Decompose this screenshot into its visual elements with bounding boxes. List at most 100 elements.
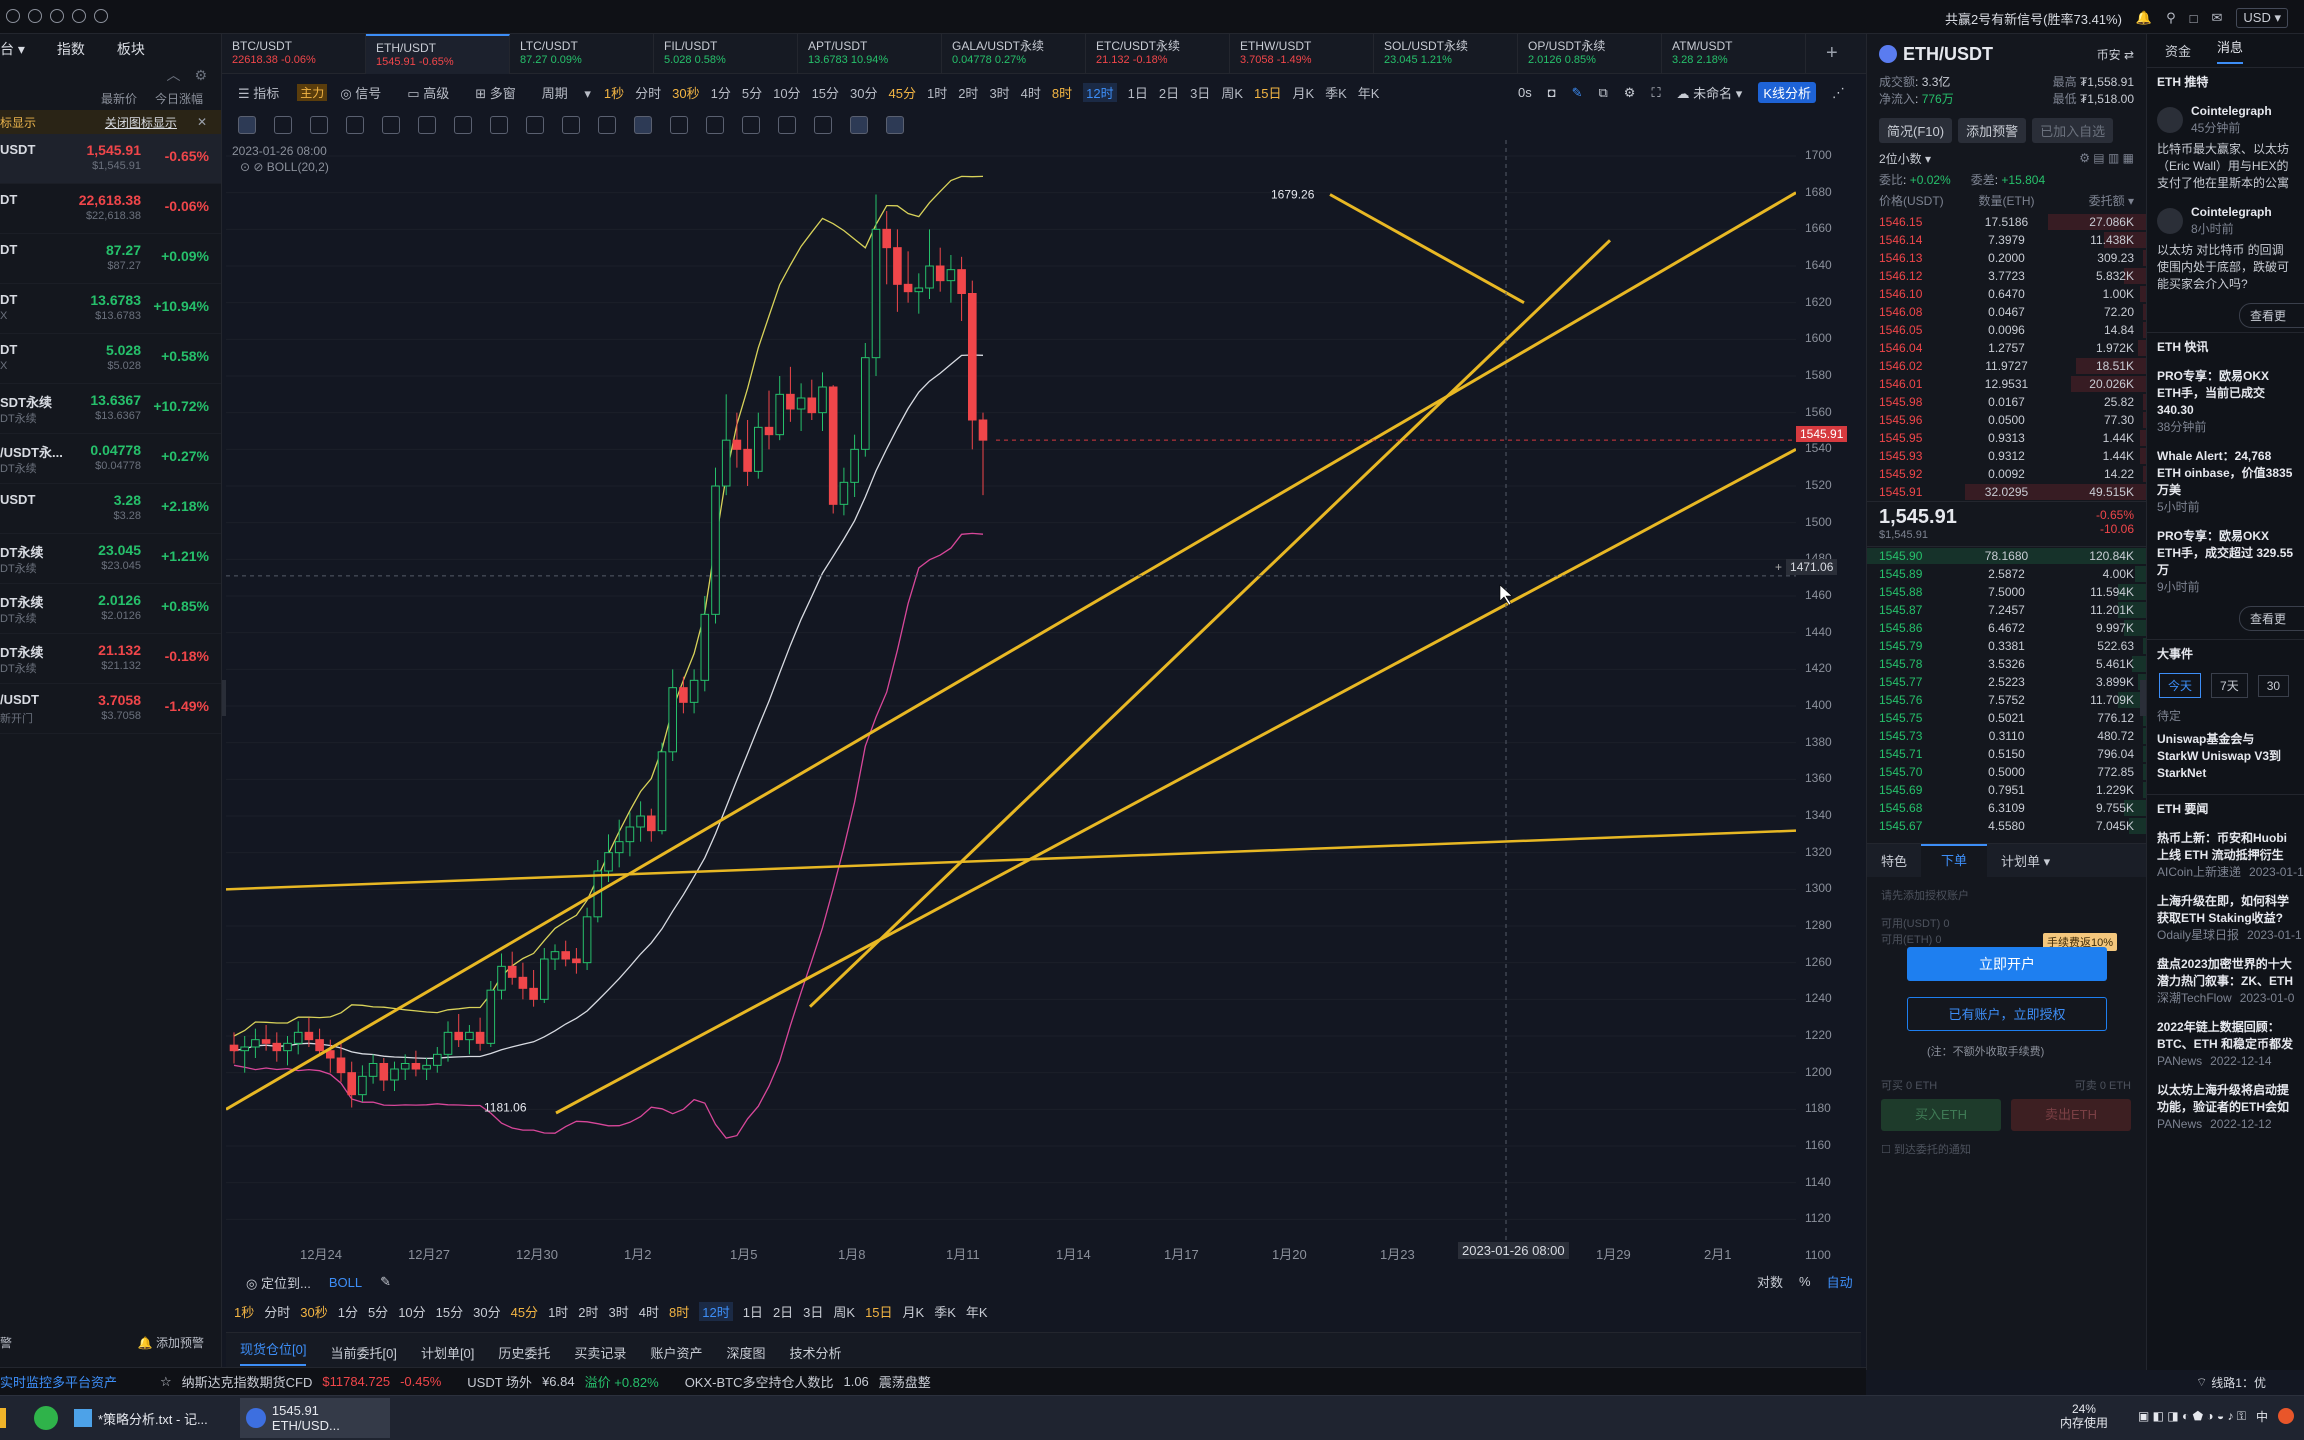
edit-icon[interactable] [778,116,796,134]
shirt-icon[interactable]: □ [2190,11,2198,26]
ticker-item[interactable]: 纳斯达克指数期货CFD $11784.725 -0.45% [182,1372,442,1391]
orderbook-row[interactable]: 1545.88 7.5000 11.594K [1867,583,2146,601]
event-tab-today[interactable]: 今天 [2159,673,2202,698]
orderbook-row[interactable]: 1546.02 11.9727 18.51K [1867,357,2146,375]
orderbook-row[interactable]: 1545.92 0.0092 14.22 [1867,465,2146,483]
period-option[interactable]: 45分 [889,83,916,102]
added-watchlist-button[interactable]: 已加入自选 [2032,118,2114,143]
monitor-assets-link[interactable]: 实时监控多平台资产 [0,1372,150,1391]
pair-tab[interactable]: LTC/USDT 87.27 0.09% [510,34,654,74]
period-option[interactable]: 1秒 [234,1302,254,1321]
period-option[interactable]: 15分 [812,83,839,102]
tray-icons[interactable]: ▣ ◧ ◨ ◐ ⬟ ◑ ◒ ♪ ⚿ [2138,1409,2246,1424]
period-option[interactable]: 周K [833,1302,855,1321]
auto-scale-toggle[interactable]: 自动 [1827,1272,1853,1291]
add-alert-button[interactable]: 添加预警 [1958,118,2027,143]
orderbook-row[interactable]: 1546.10 0.6470 1.00K [1867,285,2146,303]
trash-icon[interactable] [814,116,832,134]
watchlist-row[interactable]: DT永续 DT永续 2.0126 $2.0126 +0.85% [0,584,221,634]
input-language[interactable]: 中 [2256,1408,2268,1425]
orderbook-row[interactable]: 1546.14 7.3979 11.438K [1867,231,2146,249]
link-icon[interactable] [562,116,580,134]
text-tool-icon[interactable] [490,116,508,134]
signal-menu[interactable]: ◎ 信号 [340,83,394,102]
period-option[interactable]: 5分 [742,83,762,102]
period-option[interactable]: 8时 [669,1302,689,1321]
group-tool-icon[interactable] [670,116,688,134]
orderbook-row[interactable]: 1545.93 0.9312 1.44K [1867,447,2146,465]
orderbook-row[interactable]: 1545.75 0.5021 776.12 [1867,709,2146,727]
add-tab-icon[interactable]: + [1826,42,1838,65]
nav-index[interactable]: 指数 [57,39,85,59]
cursor-tool-icon[interactable] [238,116,256,134]
event-tab-30d[interactable]: 30 [2257,674,2290,697]
see-more-button[interactable]: 查看更 [2239,303,2304,328]
search-icon[interactable]: ⚲ [2166,10,2176,26]
watchlist-row[interactable]: USDT 3.28 $3.28 +2.18% [0,484,221,534]
profile-button[interactable]: 简况(F10) [1879,118,1953,143]
orderbook-row[interactable]: 1545.87 7.2457 11.201K [1867,601,2146,619]
tweet-item[interactable]: Cointelegraph 45分钟前 比特币最大赢家、以太坊（Eric Wall）… [2147,97,2304,198]
period-option[interactable]: 1秒 [604,83,624,102]
sort-today-change[interactable]: 今日涨幅 [155,90,203,107]
copy-icon[interactable] [742,116,760,134]
position-tab[interactable]: 当前委托[0] [330,1343,396,1362]
tab-feature[interactable]: 特色 [1867,851,1921,870]
period-option[interactable]: 15日 [865,1302,892,1321]
period-option[interactable]: 1分 [711,83,731,102]
tab-news[interactable]: 消息 [2217,37,2244,64]
lock-icon[interactable] [706,116,724,134]
exchange-select[interactable]: 币安 ⇄ [2097,46,2134,63]
watchlist-row[interactable]: /USDT永... DT永续 0.04778 $0.04778 +0.27% [0,434,221,484]
pair-tab[interactable]: GALA/USDT永续 0.04778 0.27% [942,34,1086,74]
period-option[interactable]: 年K [966,1302,988,1321]
headline-item[interactable]: 以太坊上海升级将启动提功能，验证者的ETH会如 PANews 2022-12-12 [2147,1076,2304,1139]
watchlist-row[interactable]: DT X 13.6783 $13.6783 +10.94% [0,284,221,334]
network-line[interactable]: ⌔ 线路1：优 [2196,1374,2266,1391]
period-option[interactable]: 15分 [436,1302,463,1321]
notify-checkbox[interactable]: ☐ 到达委托的通知 [1881,1141,1971,1157]
period-option[interactable]: 2时 [958,83,978,102]
period-option[interactable]: 12时 [1083,82,1117,102]
magnet-icon[interactable] [526,116,544,134]
period-option[interactable]: 2时 [578,1302,598,1321]
orderbook-row[interactable]: 1546.13 0.2000 309.23 [1867,249,2146,267]
watchlist-row[interactable]: DT 22,618.38 $22,618.38 -0.06% [0,184,221,234]
position-tab[interactable]: 深度图 [726,1343,765,1362]
period-option[interactable]: 3时 [989,83,1009,102]
period-option[interactable]: 1分 [338,1302,358,1321]
period-option[interactable]: 周K [1221,83,1243,102]
channel-tool-icon[interactable] [310,116,328,134]
locate-button[interactable]: ◎ 定位到... [246,1273,311,1292]
open-account-button[interactable]: 立即开户 [1907,947,2107,981]
measure-tool-icon[interactable] [454,116,472,134]
orderbook-row[interactable]: 1545.77 2.5223 3.899K [1867,673,2146,691]
currency-select[interactable]: USD ▾ [2236,8,2288,28]
app-green-icon[interactable] [34,1406,58,1430]
expand-icon[interactable] [28,9,42,23]
orderbook-row[interactable]: 1546.08 0.0467 72.20 [1867,303,2146,321]
orderbook-row[interactable]: 1546.05 0.0096 14.84 [1867,321,2146,339]
orderbook-row[interactable]: 1545.96 0.0500 77.30 [1867,411,2146,429]
price-axis[interactable]: 1700 1680 1660 1640 1620 1600 1580 1560 1540 1520… [1797,74,1861,1262]
watchlist-row[interactable]: DT永续 DT永续 23.045 $23.045 +1.21% [0,534,221,584]
sort-latest-price[interactable]: 最新价 [101,90,137,107]
period-option[interactable]: 45分 [511,1302,538,1321]
edit-icon[interactable]: ✎ [380,1274,391,1290]
advanced-menu[interactable]: ▭ 高级 [407,83,462,102]
nav-watchlist[interactable]: 台 ▾ [0,39,25,59]
layout-icon[interactable]: ⧉ [1598,85,1607,101]
orderbook-row[interactable]: 1545.90 78.1680 120.84K [1867,547,2146,565]
angle-tool-icon[interactable] [346,116,364,134]
orderbook-row[interactable]: 1545.69 0.7951 1.229K [1867,781,2146,799]
orderbook-row[interactable]: 1545.70 0.5000 772.85 [1867,763,2146,781]
eraser-icon[interactable] [598,116,616,134]
period-option[interactable]: 季K [934,1302,956,1321]
period-option[interactable]: 3日 [1190,83,1210,102]
bell-icon[interactable]: 🔔 [2136,10,2152,26]
pair-tab[interactable]: OP/USDT永续 2.0126 0.85% [1518,34,1662,74]
taskbar-notepad[interactable]: *策略分析.txt - 记... [74,1400,224,1436]
flash-item[interactable]: PRO专享：欧易OKX ETH手，成交超过 329.55 万 9小时前 [2147,522,2304,602]
orderbook-row[interactable]: 1546.04 1.2757 1.972K [1867,339,2146,357]
orderbook-row[interactable]: 1545.71 0.5150 796.04 [1867,745,2146,763]
